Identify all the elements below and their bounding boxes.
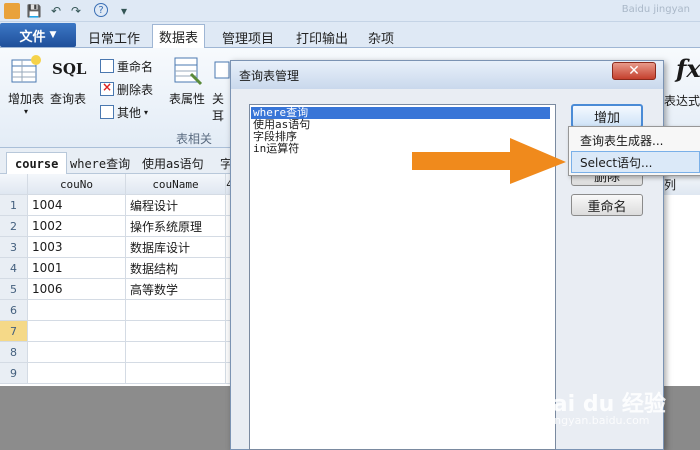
grid-corner[interactable] <box>0 174 28 195</box>
table-cell-couname[interactable]: 编程设计 <box>126 195 226 216</box>
add-table-button[interactable]: 增加表 ▾ <box>6 54 46 116</box>
other-button[interactable]: 其他 ▾ <box>100 102 148 122</box>
baidu-watermark-url: jingyan.baidu.com <box>548 414 650 427</box>
chevron-down-icon: ▼ <box>49 30 57 40</box>
row-number[interactable]: 5 <box>0 279 28 300</box>
delete-table-label: 删除表 <box>117 82 154 97</box>
table-cell-couno[interactable]: 1001 <box>28 258 126 279</box>
row-number[interactable]: 4 <box>0 258 28 279</box>
table-cell-couname[interactable]: 操作系统原理 <box>126 216 226 237</box>
row-number[interactable]: 9 <box>0 363 28 384</box>
tab-manage-project[interactable]: 管理项目 <box>216 26 280 48</box>
row-number[interactable]: 7 <box>0 321 28 342</box>
fx-icon[interactable]: fx <box>676 54 700 83</box>
qat-dropdown-icon[interactable]: ▾ <box>116 3 132 19</box>
table-cell-couno[interactable] <box>28 363 126 384</box>
delete-table-icon: × <box>100 80 114 96</box>
tab-misc[interactable]: 杂项 <box>362 26 400 48</box>
undo-icon[interactable]: ↶ <box>48 3 64 19</box>
table-properties-button[interactable]: 表属性 <box>166 54 208 107</box>
menu-item-query-builder[interactable]: 查询表生成器... <box>572 129 700 151</box>
rename-label: 重命名 <box>117 59 154 74</box>
table-cell-couno[interactable]: 1002 <box>28 216 126 237</box>
app-icon[interactable] <box>4 3 20 19</box>
ribbon-group-label: 表相关 <box>176 132 213 146</box>
help-icon[interactable]: ? <box>94 3 108 17</box>
grid-empty-area <box>0 386 230 450</box>
dialog-title: 查询表管理 <box>239 68 300 83</box>
redo-icon[interactable]: ↷ <box>68 3 84 19</box>
row-number[interactable]: 8 <box>0 342 28 363</box>
table-cell-couname[interactable] <box>126 300 226 321</box>
table-cell-couno[interactable]: 1006 <box>28 279 126 300</box>
doc-tab-where-query[interactable]: where查询 <box>62 152 138 174</box>
right-column-label: 列 <box>664 178 677 192</box>
add-button[interactable]: 增加 <box>571 104 643 128</box>
table-cell-couno[interactable] <box>28 342 126 363</box>
row-number[interactable]: 6 <box>0 300 28 321</box>
table-cell-couno[interactable]: 1003 <box>28 237 126 258</box>
query-table-button[interactable]: SQL 查询表 <box>48 54 88 107</box>
table-cell-couno[interactable] <box>28 300 126 321</box>
table-cell-couname[interactable]: 高等数学 <box>126 279 226 300</box>
doc-tab-as-statement[interactable]: 使用as语句 <box>134 152 212 174</box>
corner-watermark: Baidu jingyan <box>621 4 690 15</box>
relation-icon <box>213 54 231 86</box>
arrow-annotation-icon <box>412 138 566 184</box>
delete-table-button[interactable]: × 删除表 <box>100 79 153 99</box>
expression-label: 表达式 <box>664 94 700 108</box>
rename-query-button[interactable]: 重命名 <box>571 194 643 216</box>
close-icon: ✕ <box>628 63 640 79</box>
rename-button[interactable]: 重命名 <box>100 56 153 76</box>
close-button[interactable]: ✕ <box>612 62 656 80</box>
row-number[interactable]: 3 <box>0 237 28 258</box>
column-header-couno[interactable]: couNo <box>28 174 126 195</box>
table-properties-label: 表属性 <box>168 92 205 106</box>
tab-print-output[interactable]: 打印输出 <box>290 26 354 48</box>
rename-icon <box>100 59 114 73</box>
row-number[interactable]: 2 <box>0 216 28 237</box>
file-menu-label: 文件 <box>19 29 46 45</box>
list-item[interactable]: in运算符 <box>253 143 299 155</box>
doc-tab-field-partial[interactable]: 字 <box>212 152 232 174</box>
table-cell-couname[interactable] <box>126 321 226 342</box>
table-cell-couno[interactable] <box>28 321 126 342</box>
right-column-header[interactable]: 列 <box>662 174 700 195</box>
query-table-label: 查询表 <box>49 92 86 106</box>
relation-label: 关耳 <box>212 92 225 123</box>
relation-button[interactable]: 关耳 <box>212 54 232 124</box>
add-table-label: 增加表 <box>7 92 44 106</box>
column-header-couname[interactable]: couName <box>126 174 226 195</box>
doc-tab-course[interactable]: course <box>6 152 68 174</box>
table-cell-couno[interactable]: 1004 <box>28 195 126 216</box>
sql-icon: SQL <box>52 60 87 78</box>
dialog-title-bar[interactable]: 查询表管理 <box>231 61 663 89</box>
chevron-down-icon: ▾ <box>23 107 28 116</box>
add-table-icon <box>10 54 42 86</box>
menu-item-select-statement[interactable]: Select语句... <box>572 151 700 173</box>
right-column-body <box>662 195 700 386</box>
tab-datatable[interactable]: 数据表 <box>152 24 206 49</box>
row-number[interactable]: 1 <box>0 195 28 216</box>
table-cell-couname[interactable]: 数据结构 <box>126 258 226 279</box>
other-label: 其他 <box>117 105 142 120</box>
table-cell-couname[interactable] <box>126 363 226 384</box>
file-menu-button[interactable]: 文件 ▼ <box>0 23 76 47</box>
quick-access-toolbar: 💾 ↶ ↷ ? ▾ Baidu jingyan <box>0 0 700 22</box>
save-icon[interactable]: 💾 <box>26 3 42 19</box>
tab-daily-work[interactable]: 日常工作 <box>82 26 146 48</box>
table-cell-couname[interactable] <box>126 342 226 363</box>
table-properties-icon <box>171 54 203 86</box>
chevron-down-icon: ▾ <box>144 107 149 117</box>
table-icon <box>100 105 114 119</box>
table-cell-couname[interactable]: 数据库设计 <box>126 237 226 258</box>
